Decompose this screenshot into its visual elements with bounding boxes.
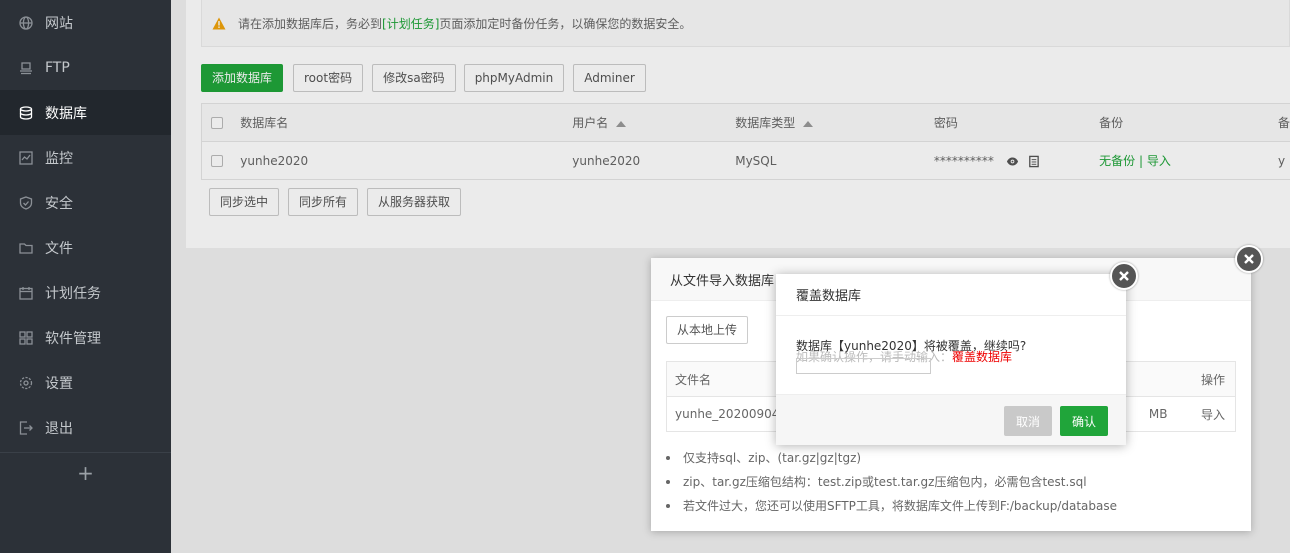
sidebar-item-ftp[interactable]: FTP bbox=[0, 45, 171, 90]
sidebar-item-label: 退出 bbox=[45, 420, 73, 437]
sidebar-item-label: 设置 bbox=[45, 375, 73, 392]
globe-icon bbox=[19, 15, 33, 30]
sidebar-item-label: 计划任务 bbox=[45, 285, 101, 302]
sidebar-item-label: 文件 bbox=[45, 240, 73, 257]
list-item: 若文件过大，您还可以使用SFTP工具，将数据库文件上传到F:/backup/da… bbox=[666, 494, 1117, 518]
sidebar-item-database[interactable]: 数据库 bbox=[0, 90, 171, 135]
gear-icon bbox=[19, 376, 33, 390]
database-icon bbox=[19, 105, 33, 120]
list-item: zip、tar.gz压缩包结构：test.zip或test.tar.gz压缩包内… bbox=[666, 470, 1117, 494]
sidebar-item-files[interactable]: 文件 bbox=[0, 225, 171, 270]
sidebar-item-website[interactable]: 网站 bbox=[0, 0, 171, 45]
sidebar-item-label: 软件管理 bbox=[45, 330, 101, 347]
confirm-footer: 取消 确认 bbox=[776, 394, 1126, 445]
sidebar-item-cron[interactable]: 计划任务 bbox=[0, 270, 171, 315]
apps-icon bbox=[19, 330, 33, 345]
logout-icon bbox=[19, 420, 33, 435]
confirm-dialog-title: 覆盖数据库 bbox=[776, 274, 1126, 316]
ftp-icon bbox=[19, 61, 33, 75]
col-action: 操作 bbox=[1175, 361, 1236, 397]
upload-local-button[interactable]: 从本地上传 bbox=[666, 316, 749, 344]
confirm-input[interactable] bbox=[796, 358, 931, 374]
calendar-icon bbox=[19, 286, 33, 300]
sidebar-item-monitor[interactable]: 监控 bbox=[0, 135, 171, 180]
sidebar-item-security[interactable]: 安全 bbox=[0, 180, 171, 225]
monitor-icon bbox=[19, 150, 33, 165]
confirm-message: 数据库【yunhe2020】将被覆盖，继续吗? bbox=[796, 339, 1027, 353]
sidebar-item-label: 监控 bbox=[45, 150, 73, 167]
cancel-button[interactable]: 取消 bbox=[1004, 406, 1052, 436]
sidebar-item-label: 网站 bbox=[45, 15, 73, 32]
sidebar-item-label: FTP bbox=[45, 59, 70, 76]
close-icon bbox=[1119, 271, 1129, 281]
add-shortcut-button[interactable]: + bbox=[0, 453, 171, 493]
sidebar-item-software[interactable]: 软件管理 bbox=[0, 315, 171, 360]
sidebar-item-settings[interactable]: 设置 bbox=[0, 360, 171, 405]
sidebar-item-label: 安全 bbox=[45, 195, 73, 212]
file-import-link[interactable]: 导入 bbox=[1175, 396, 1236, 432]
close-icon bbox=[1244, 254, 1254, 264]
import-notes: 仅支持sql、zip、(tar.gz|gz|tgz) zip、tar.gz压缩包… bbox=[666, 446, 1117, 518]
list-item: 仅支持sql、zip、(tar.gz|gz|tgz) bbox=[666, 446, 1117, 470]
sidebar-item-label: 数据库 bbox=[45, 105, 87, 122]
folder-icon bbox=[19, 241, 33, 255]
import-close-button[interactable] bbox=[1235, 245, 1263, 273]
confirm-close-button[interactable] bbox=[1110, 262, 1138, 290]
sidebar: 网站 FTP 数据库 监控 安全 文件 计划任务 软件管理 设置 退出 + bbox=[0, 0, 171, 553]
confirm-button[interactable]: 确认 bbox=[1060, 406, 1108, 436]
shield-icon bbox=[19, 195, 33, 210]
sidebar-item-logout[interactable]: 退出 bbox=[0, 405, 171, 450]
confirm-dialog: 覆盖数据库 如果确认操作，请手动输入：覆盖数据库 数据库【yunhe2020】将… bbox=[776, 274, 1126, 445]
